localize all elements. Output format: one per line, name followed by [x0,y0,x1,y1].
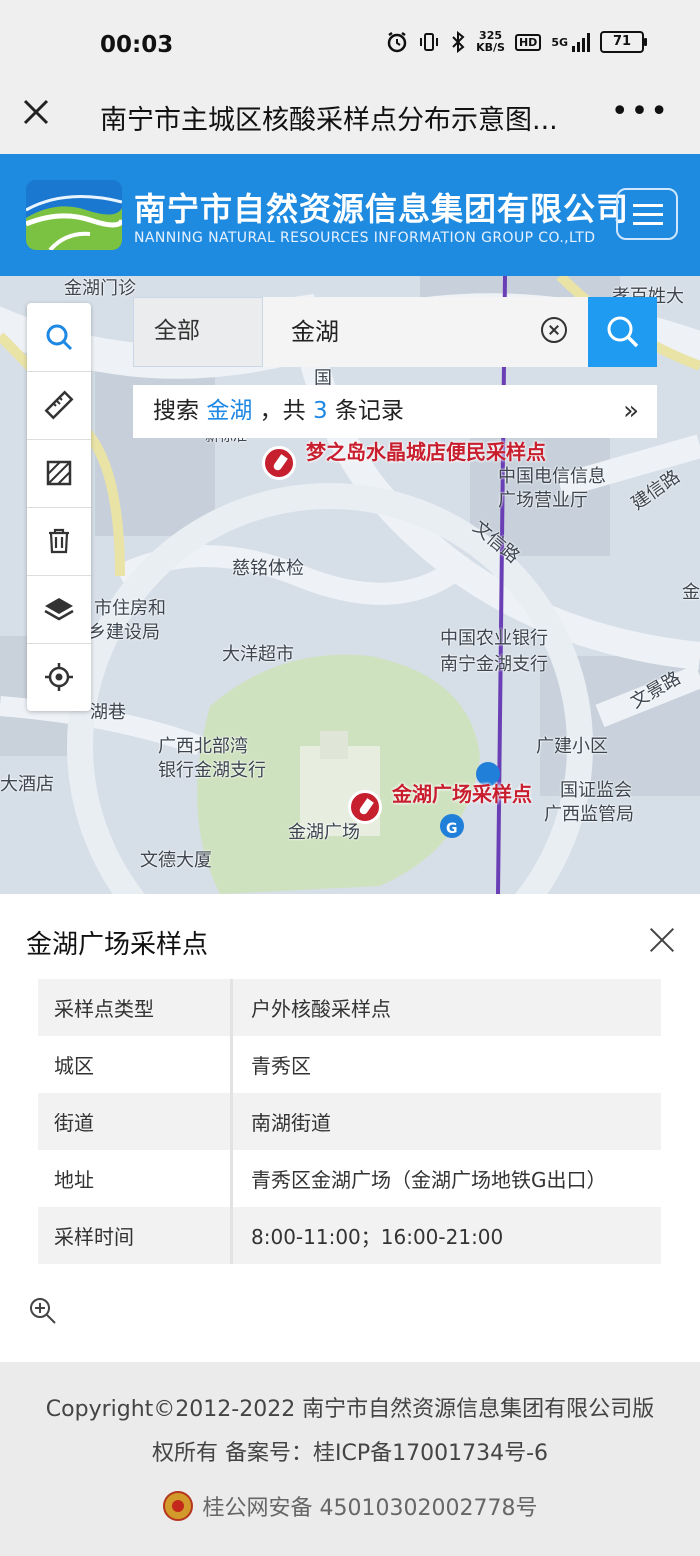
map-label: 金 [682,582,700,603]
search-button[interactable] [588,297,657,367]
result-prefix: 搜索 [153,398,199,424]
map-label: 广场营业厅 [498,490,588,511]
ruler-icon [44,390,74,420]
map-label: 广西监管局 [544,804,634,825]
vibrate-icon [420,33,439,51]
result-keyword: 金湖 [206,398,253,424]
search-tool-button[interactable] [27,303,91,372]
search-icon [46,324,73,351]
map-label: 国证监会 [560,780,632,801]
table-row: 城区 青秀区 [38,1036,661,1093]
status-time: 00:03 [100,32,174,58]
locate-icon [45,663,73,691]
result-middle: ，共 [259,398,306,424]
copyright-text: Copyright©2012-2022 南宁市自然资源信息集团有限公司版 权所有… [45,1397,655,1466]
map-label: 慈铭体检 [232,558,304,579]
map-view[interactable]: G 金湖门诊 孝百姓大 国 新标准 中国电信信息 广场营业厅 建信路 文信路 慈… [0,276,700,894]
police-record-text: 桂公网安备 45010302002778号 [202,1496,538,1521]
map-label: 文德大厦 [140,850,212,871]
search-bar: 全部 金湖 [133,297,657,367]
search-scope-select[interactable]: 全部 [133,297,263,367]
search-icon [607,316,638,348]
hamburger-menu-button[interactable] [616,188,678,240]
map-toolbar [27,303,91,711]
map-label: 金湖门诊 [64,278,136,299]
search-input[interactable]: 金湖 [263,297,588,367]
detail-title: 金湖广场采样点 [26,930,209,960]
map-label: 大洋超市 [222,644,294,665]
map-label: 广建小区 [536,736,608,757]
sampling-point-marker-selected[interactable] [348,790,382,824]
table-row: 街道 南湖街道 [38,1093,661,1150]
hd-badge: HD [514,33,542,51]
search-result-summary[interactable]: 搜索 金湖 ，共 3 条记录 » [133,385,657,438]
detail-table: 采样点类型 户外核酸采样点 城区 青秀区 街道 南湖街道 地址 青秀区金湖广场（金湖广场… [38,979,661,1264]
status-icons: 325 KB/S HD 5G 71 [386,29,647,54]
company-name-en: NANNING NATURAL RESOURCES INFORMATION GR… [134,230,596,246]
map-label: 中国电信信息 [498,466,606,487]
page-title: 南宁市主城区核酸采样点分布示意图... [100,105,558,136]
zoom-to-icon[interactable] [28,1296,58,1326]
sampling-point-label-selected[interactable]: 金湖广场采样点 [392,778,532,807]
map-label: 银行金湖支行 [158,760,266,781]
trash-icon [49,528,69,554]
map-label: 市住房和 [94,598,166,619]
detail-panel: 金湖广场采样点 采样点类型 户外核酸采样点 城区 青秀区 街道 南湖街道 地址 青秀区金… [0,894,700,1362]
clear-tool-button[interactable] [27,507,91,576]
table-row: 采样时间 8:00-11:00；16:00-21:00 [38,1207,661,1264]
battery-icon: 71 [600,31,647,53]
sampling-point-label[interactable]: 梦之岛水晶城店便民采样点 [306,436,546,465]
map-label: 湖巷 [90,702,126,723]
map-label: 南宁金湖支行 [440,654,548,675]
network-type: 5G [551,35,568,49]
area-measure-icon [46,460,72,486]
table-row: 采样点类型 户外核酸采样点 [38,979,661,1036]
police-badge-icon [162,1491,193,1521]
layers-icon [44,598,74,621]
locate-tool-button[interactable] [27,643,91,711]
police-record[interactable]: 桂公网安备 45010302002778号 [0,1490,700,1522]
sampling-point-marker[interactable] [262,446,296,480]
status-bar: 00:03 325 KB/S HD 5G 71 [0,0,700,86]
result-suffix: 条记录 [334,398,404,424]
clear-search-icon[interactable] [541,317,567,343]
map-label: 广西北部湾 [158,736,248,757]
company-logo [26,180,122,250]
map-label: 金湖广场 [288,822,360,843]
site-header: 南宁市自然资源信息集团有限公司 NANNING NATURAL RESOURCE… [0,154,700,276]
map-label: 乡建设局 [88,622,160,643]
table-row: 地址 青秀区金湖广场（金湖广场地铁G出口） [38,1150,661,1207]
map-label: 中国农业银行 [440,628,548,649]
map-label: 大酒店 [0,774,54,795]
area-tool-button[interactable] [27,439,91,508]
network-speed: 325 KB/S [476,29,505,54]
alarm-icon [387,31,407,53]
close-icon[interactable] [20,96,52,128]
expand-results-icon[interactable]: » [623,385,639,438]
signal-icon [572,32,590,52]
result-count: 3 [312,398,328,424]
company-name-cn: 南宁市自然资源信息集团有限公司 [134,190,630,228]
footer: Copyright©2012-2022 南宁市自然资源信息集团有限公司版 权所有… [0,1362,700,1556]
bluetooth-icon [452,31,465,53]
title-bar: 南宁市主城区核酸采样点分布示意图... ••• [0,86,700,154]
svg-text:G: G [446,821,458,837]
close-panel-icon[interactable] [650,928,674,952]
layers-tool-button[interactable] [27,575,91,644]
more-menu-button[interactable]: ••• [611,94,670,129]
measure-tool-button[interactable] [27,371,91,440]
